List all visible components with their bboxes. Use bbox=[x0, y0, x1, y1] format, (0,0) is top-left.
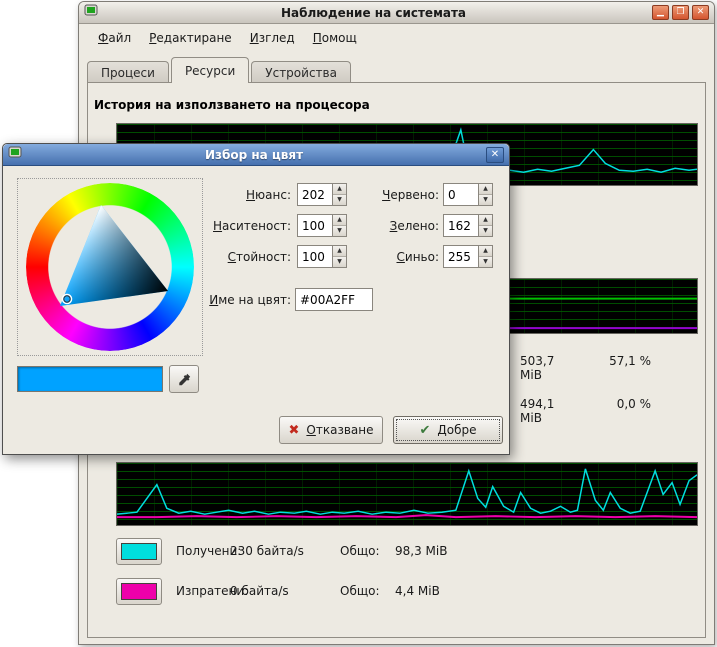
cancel-button-label: Отказване bbox=[306, 423, 373, 437]
green-input[interactable] bbox=[444, 215, 478, 236]
network-sent-line bbox=[117, 515, 697, 517]
ok-check-icon: ✔ bbox=[419, 423, 430, 438]
cpu-history-title: История на използването на процесора bbox=[94, 98, 370, 112]
blue-down-icon[interactable]: ▼ bbox=[479, 257, 492, 267]
blue-input[interactable] bbox=[444, 246, 478, 267]
main-titlebar[interactable]: Наблюдение на системата ▁ ❐ ✕ bbox=[79, 2, 714, 24]
sent-color-button[interactable] bbox=[116, 578, 162, 605]
blue-up-icon[interactable]: ▲ bbox=[479, 246, 492, 257]
menubar: Файл Редактиране Изглед Помощ bbox=[79, 24, 714, 51]
red-down-icon[interactable]: ▼ bbox=[479, 195, 492, 205]
dialog-title: Избор на цвят bbox=[22, 148, 486, 162]
green-spinner: ▲▼ bbox=[443, 214, 493, 237]
received-total: 98,3 MiB bbox=[395, 538, 447, 565]
eyedropper-icon bbox=[177, 372, 192, 387]
blue-spinner: ▲▼ bbox=[443, 245, 493, 268]
memory-used-value: 503,7 MiB bbox=[520, 354, 554, 382]
system-monitor-icon bbox=[84, 4, 98, 21]
green-label: Зелено: bbox=[333, 214, 439, 238]
blue-label: Синьо: bbox=[333, 245, 439, 269]
eyedropper-button[interactable] bbox=[169, 365, 199, 393]
color-name-input[interactable] bbox=[295, 288, 373, 311]
menu-view[interactable]: Изглед bbox=[241, 28, 304, 48]
red-spinner: ▲▼ bbox=[443, 183, 493, 206]
saturation-label: Наситеност: bbox=[173, 214, 291, 238]
sent-color-swatch bbox=[121, 583, 157, 600]
desktop: Наблюдение на системата ▁ ❐ ✕ Файл Редак… bbox=[0, 0, 717, 647]
received-rate: 230 байта/s bbox=[230, 538, 304, 565]
red-input[interactable] bbox=[444, 184, 478, 205]
memory-used-percent: 57,1 % bbox=[579, 354, 651, 368]
hue-label: Нюанс: bbox=[173, 183, 291, 207]
tab-processes[interactable]: Процеси bbox=[87, 61, 169, 83]
sent-rate: 0 байта/s bbox=[230, 578, 289, 605]
network-received-line bbox=[117, 469, 697, 514]
triangle-black-shade bbox=[60, 205, 168, 306]
sent-total-label: Общо: bbox=[340, 578, 380, 605]
network-history-chart bbox=[116, 462, 698, 526]
maximize-icon[interactable]: ❐ bbox=[672, 5, 689, 20]
sent-total: 4,4 MiB bbox=[395, 578, 440, 605]
menu-file[interactable]: Файл bbox=[89, 28, 140, 48]
window-title: Наблюдение на системата bbox=[98, 6, 649, 20]
value-input[interactable] bbox=[298, 246, 332, 267]
dialog-icon bbox=[8, 146, 22, 163]
tab-resources[interactable]: Ресурси bbox=[171, 57, 249, 83]
received-total-label: Общо: bbox=[340, 538, 380, 565]
red-label: Червено: bbox=[333, 183, 439, 207]
saturation-input[interactable] bbox=[298, 215, 332, 236]
network-received-row: Получени: 230 байта/s Общо: 98,3 MiB bbox=[79, 538, 714, 566]
green-up-icon[interactable]: ▲ bbox=[479, 215, 492, 226]
swap-used-value: 494,1 MiB bbox=[520, 397, 554, 425]
notebook-tabs: Процеси Ресурси Устройства bbox=[87, 57, 353, 83]
ok-button-label: Добре bbox=[437, 423, 476, 437]
close-icon[interactable]: ✕ bbox=[692, 5, 709, 20]
tab-devices[interactable]: Устройства bbox=[251, 61, 351, 83]
received-color-button[interactable] bbox=[116, 538, 162, 565]
minimize-icon[interactable]: ▁ bbox=[652, 5, 669, 20]
ok-button[interactable]: ✔ Добре bbox=[393, 416, 503, 444]
received-color-swatch bbox=[121, 543, 157, 560]
dialog-close-icon[interactable]: ✕ bbox=[486, 147, 504, 163]
cancel-x-icon: ✖ bbox=[289, 423, 300, 438]
menu-edit[interactable]: Редактиране bbox=[140, 28, 241, 48]
hue-input[interactable] bbox=[298, 184, 332, 205]
green-down-icon[interactable]: ▼ bbox=[479, 226, 492, 236]
value-label: Стойност: bbox=[173, 245, 291, 269]
dialog-titlebar[interactable]: Избор на цвят ✕ bbox=[3, 144, 509, 166]
color-picker-dialog: Избор на цвят ✕ bbox=[2, 143, 510, 455]
saturation-value-triangle[interactable] bbox=[26, 183, 194, 351]
cancel-button[interactable]: ✖ Отказване bbox=[279, 416, 383, 444]
menu-help[interactable]: Помощ bbox=[304, 28, 366, 48]
selected-color-preview bbox=[17, 366, 163, 392]
red-up-icon[interactable]: ▲ bbox=[479, 184, 492, 195]
swap-used-percent: 0,0 % bbox=[579, 397, 651, 411]
network-sent-row: Изпратени: 0 байта/s Общо: 4,4 MiB bbox=[79, 578, 714, 606]
color-name-label: Име на цвят: bbox=[173, 288, 291, 312]
